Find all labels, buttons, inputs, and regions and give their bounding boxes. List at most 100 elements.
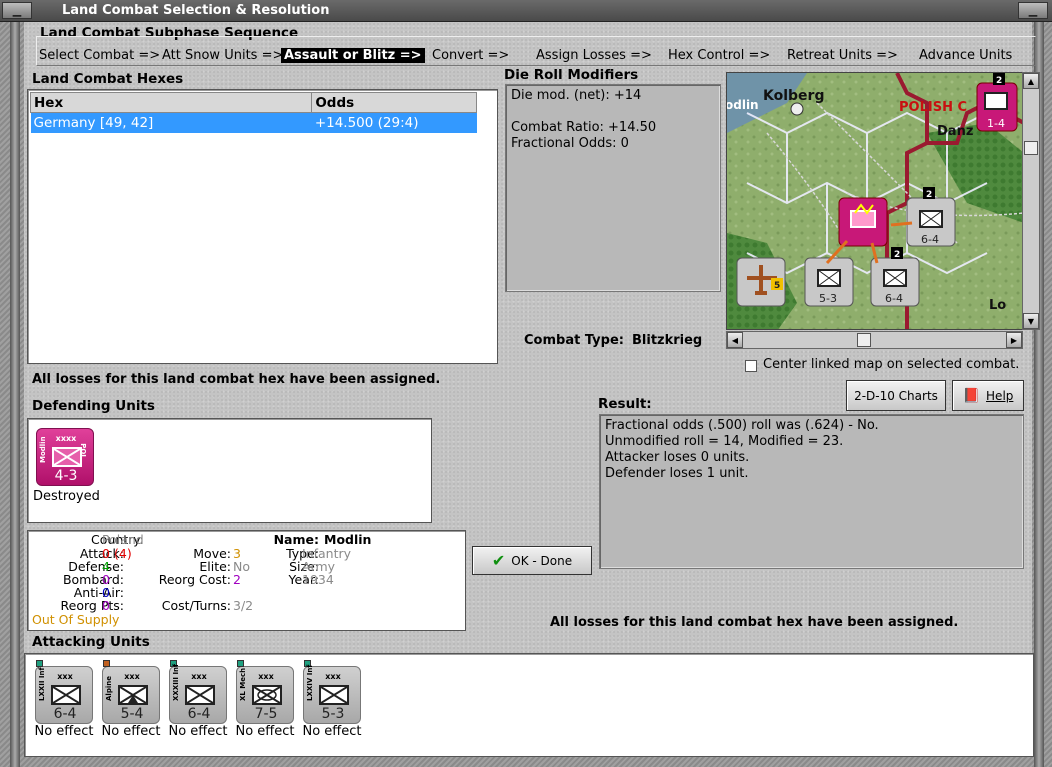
step-advance[interactable]: Advance Units — [919, 48, 1012, 63]
step-assault-blitz[interactable]: Assault or Blitz => — [281, 48, 425, 63]
map-counter-badge-1: 2 — [926, 190, 932, 200]
attacker-counter-2[interactable]: xxx Alpine 5-4 — [102, 660, 160, 724]
attacker-counter-1[interactable]: xxx LXXII Inf 6-4 — [35, 660, 93, 724]
map-label-lo: Lo — [989, 298, 1006, 313]
map-vertical-scrollbar[interactable]: ▲ ▼ — [1022, 72, 1040, 330]
infantry-symbol-icon — [319, 685, 349, 705]
reorgcost-value: 2 — [233, 572, 241, 587]
supply-status: Out Of Supply — [32, 612, 120, 627]
defender-counter[interactable]: xxxx Modlin POL 4-3 — [36, 428, 94, 486]
attacker-strength-4: 7-5 — [254, 706, 278, 722]
result-line-3: Attacker loses 0 units. — [605, 450, 750, 465]
attacker-status-3: No effect — [168, 724, 228, 739]
map-counter-value-2: 5-3 — [819, 292, 837, 305]
name-value: Modlin — [324, 532, 372, 547]
costturns-value: 3/2 — [233, 598, 254, 613]
charts-button[interactable]: 2-D-10 Charts — [846, 380, 946, 411]
combat-type-value: Blitzkrieg — [632, 333, 703, 348]
map-label-danz: Danz — [937, 124, 973, 139]
attacker-name-4: XL Mech — [239, 667, 247, 701]
mountain-symbol-icon — [118, 685, 148, 705]
step-convert[interactable]: Convert => — [432, 48, 509, 63]
attacker-strength-3: 6-4 — [187, 706, 211, 722]
attacker-status-1: No effect — [34, 724, 94, 739]
infantry-symbol-icon — [51, 685, 81, 705]
attacker-counter-5[interactable]: xxx LXXIV Inf 5-3 — [303, 660, 361, 724]
scroll-thumb-h[interactable] — [857, 333, 871, 347]
center-linked-checkbox[interactable] — [745, 360, 757, 372]
map-counter-value-4: 1-4 — [987, 117, 1005, 130]
reorgpts-value: 0 — [102, 598, 110, 613]
checkmark-icon: ✔ — [491, 551, 506, 570]
modifiers-panel: Die mod. (net): +14 Combat Ratio: +14.50… — [505, 84, 721, 292]
map-counter-value-3: 6-4 — [885, 292, 903, 305]
map-counter-badge-3: 2 — [996, 76, 1002, 86]
step-assign-losses[interactable]: Assign Losses => — [536, 48, 652, 63]
attacker-counter-3[interactable]: xxx XXXIII Inf 6-4 — [169, 660, 227, 724]
help-button[interactable]: 📕 Help — [952, 380, 1024, 411]
infantry-symbol-icon — [52, 447, 82, 467]
fractional-odds: Fractional Odds: 0 — [511, 136, 629, 151]
hexes-list[interactable]: Hex Odds Germany [49, 42] +14.500 (29:4) — [27, 89, 498, 364]
dialog-body: Land Combat Subphase Sequence Select Com… — [24, 22, 1040, 757]
defender-status: Destroyed — [33, 489, 100, 504]
attacker-strength-1: 6-4 — [53, 706, 77, 722]
map-counter-badge-2: 2 — [894, 250, 900, 260]
ok-done-button[interactable]: ✔ OK - Done — [472, 546, 592, 575]
mech-symbol-icon — [252, 685, 282, 705]
modifiers-header: Die Roll Modifiers — [504, 67, 639, 83]
table-row[interactable]: Germany [49, 42] +14.500 (29:4) — [30, 112, 477, 133]
year-value: 1934 — [302, 572, 334, 587]
scroll-left-arrow-icon[interactable]: ◀ — [727, 332, 743, 348]
left-rail — [10, 22, 20, 767]
mini-map[interactable]: Kolberg odlin POLISH C Danz Lo 6-4 2 5-3… — [726, 72, 1023, 330]
scroll-thumb[interactable] — [1024, 141, 1038, 155]
column-hex[interactable]: Hex — [29, 92, 313, 113]
attacker-status-5: No effect — [302, 724, 362, 739]
attacking-header: Attacking Units — [32, 634, 150, 650]
hex-cell[interactable]: Germany [49, 42] — [30, 112, 312, 133]
attacker-name-2: Alpine — [105, 676, 113, 701]
result-line-4: Defender loses 1 unit. — [605, 466, 749, 481]
step-hex-control[interactable]: Hex Control => — [668, 48, 770, 63]
die-mod-net: Die mod. (net): +14 — [511, 88, 642, 103]
defender-strength: 4-3 — [54, 468, 78, 484]
center-linked-label: Center linked map on selected combat. — [763, 357, 1020, 372]
scroll-up-arrow-icon[interactable]: ▲ — [1023, 73, 1039, 89]
map-label-kolberg: Kolberg — [763, 88, 824, 104]
result-panel: Fractional odds (.500) roll was (.624) -… — [599, 414, 1024, 569]
step-retreat[interactable]: Retreat Units => — [787, 48, 898, 63]
result-line-1: Fractional odds (.500) roll was (.624) -… — [605, 418, 879, 433]
result-line-2: Unmodified roll = 14, Modified = 23. — [605, 434, 844, 449]
attacker-name-5: LXXIV Inf — [306, 664, 314, 701]
status-bottom: All losses for this land combat hex have… — [550, 615, 959, 630]
defending-header: Defending Units — [32, 398, 155, 414]
name-label: Name: — [273, 532, 319, 547]
map-horizontal-scrollbar[interactable]: ◀ ▶ — [726, 331, 1023, 349]
map-counter-3[interactable]: 5-3 — [804, 257, 854, 307]
attacker-status-2: No effect — [101, 724, 161, 739]
combat-ratio: Combat Ratio: +14.50 — [511, 120, 657, 135]
attacker-counter-4[interactable]: xxx XL Mech 7-5 — [236, 660, 294, 724]
defender-side: POL — [79, 443, 88, 459]
status-top: All losses for this land combat hex have… — [32, 372, 441, 387]
column-odds[interactable]: Odds — [311, 92, 477, 113]
close-button[interactable]: ▁ — [1018, 2, 1048, 19]
map-label-polish: POLISH C — [899, 100, 967, 115]
map-label-modlin: odlin — [727, 98, 759, 112]
odds-cell[interactable]: +14.500 (29:4) — [311, 112, 477, 133]
minimize-button[interactable]: ▁ — [2, 2, 32, 19]
attacker-strength-2: 5-4 — [120, 706, 144, 722]
attacker-status-4: No effect — [235, 724, 295, 739]
scroll-down-arrow-icon[interactable]: ▼ — [1023, 313, 1039, 329]
help-label: Help — [986, 388, 1014, 403]
title-bar: ▁ Land Combat Selection & Resolution ▁ — [0, 0, 1052, 22]
map-counter-aircraft[interactable]: 5 — [736, 257, 786, 307]
map-counter-defender[interactable] — [838, 197, 888, 247]
country-value: Poland — [102, 532, 144, 547]
window-title: Land Combat Selection & Resolution — [62, 3, 330, 18]
map-counter-value-1: 6-4 — [921, 233, 939, 246]
step-att-snow[interactable]: Att Snow Units => — [162, 48, 283, 63]
scroll-right-arrow-icon[interactable]: ▶ — [1006, 332, 1022, 348]
step-select-combat[interactable]: Select Combat => — [39, 48, 160, 63]
